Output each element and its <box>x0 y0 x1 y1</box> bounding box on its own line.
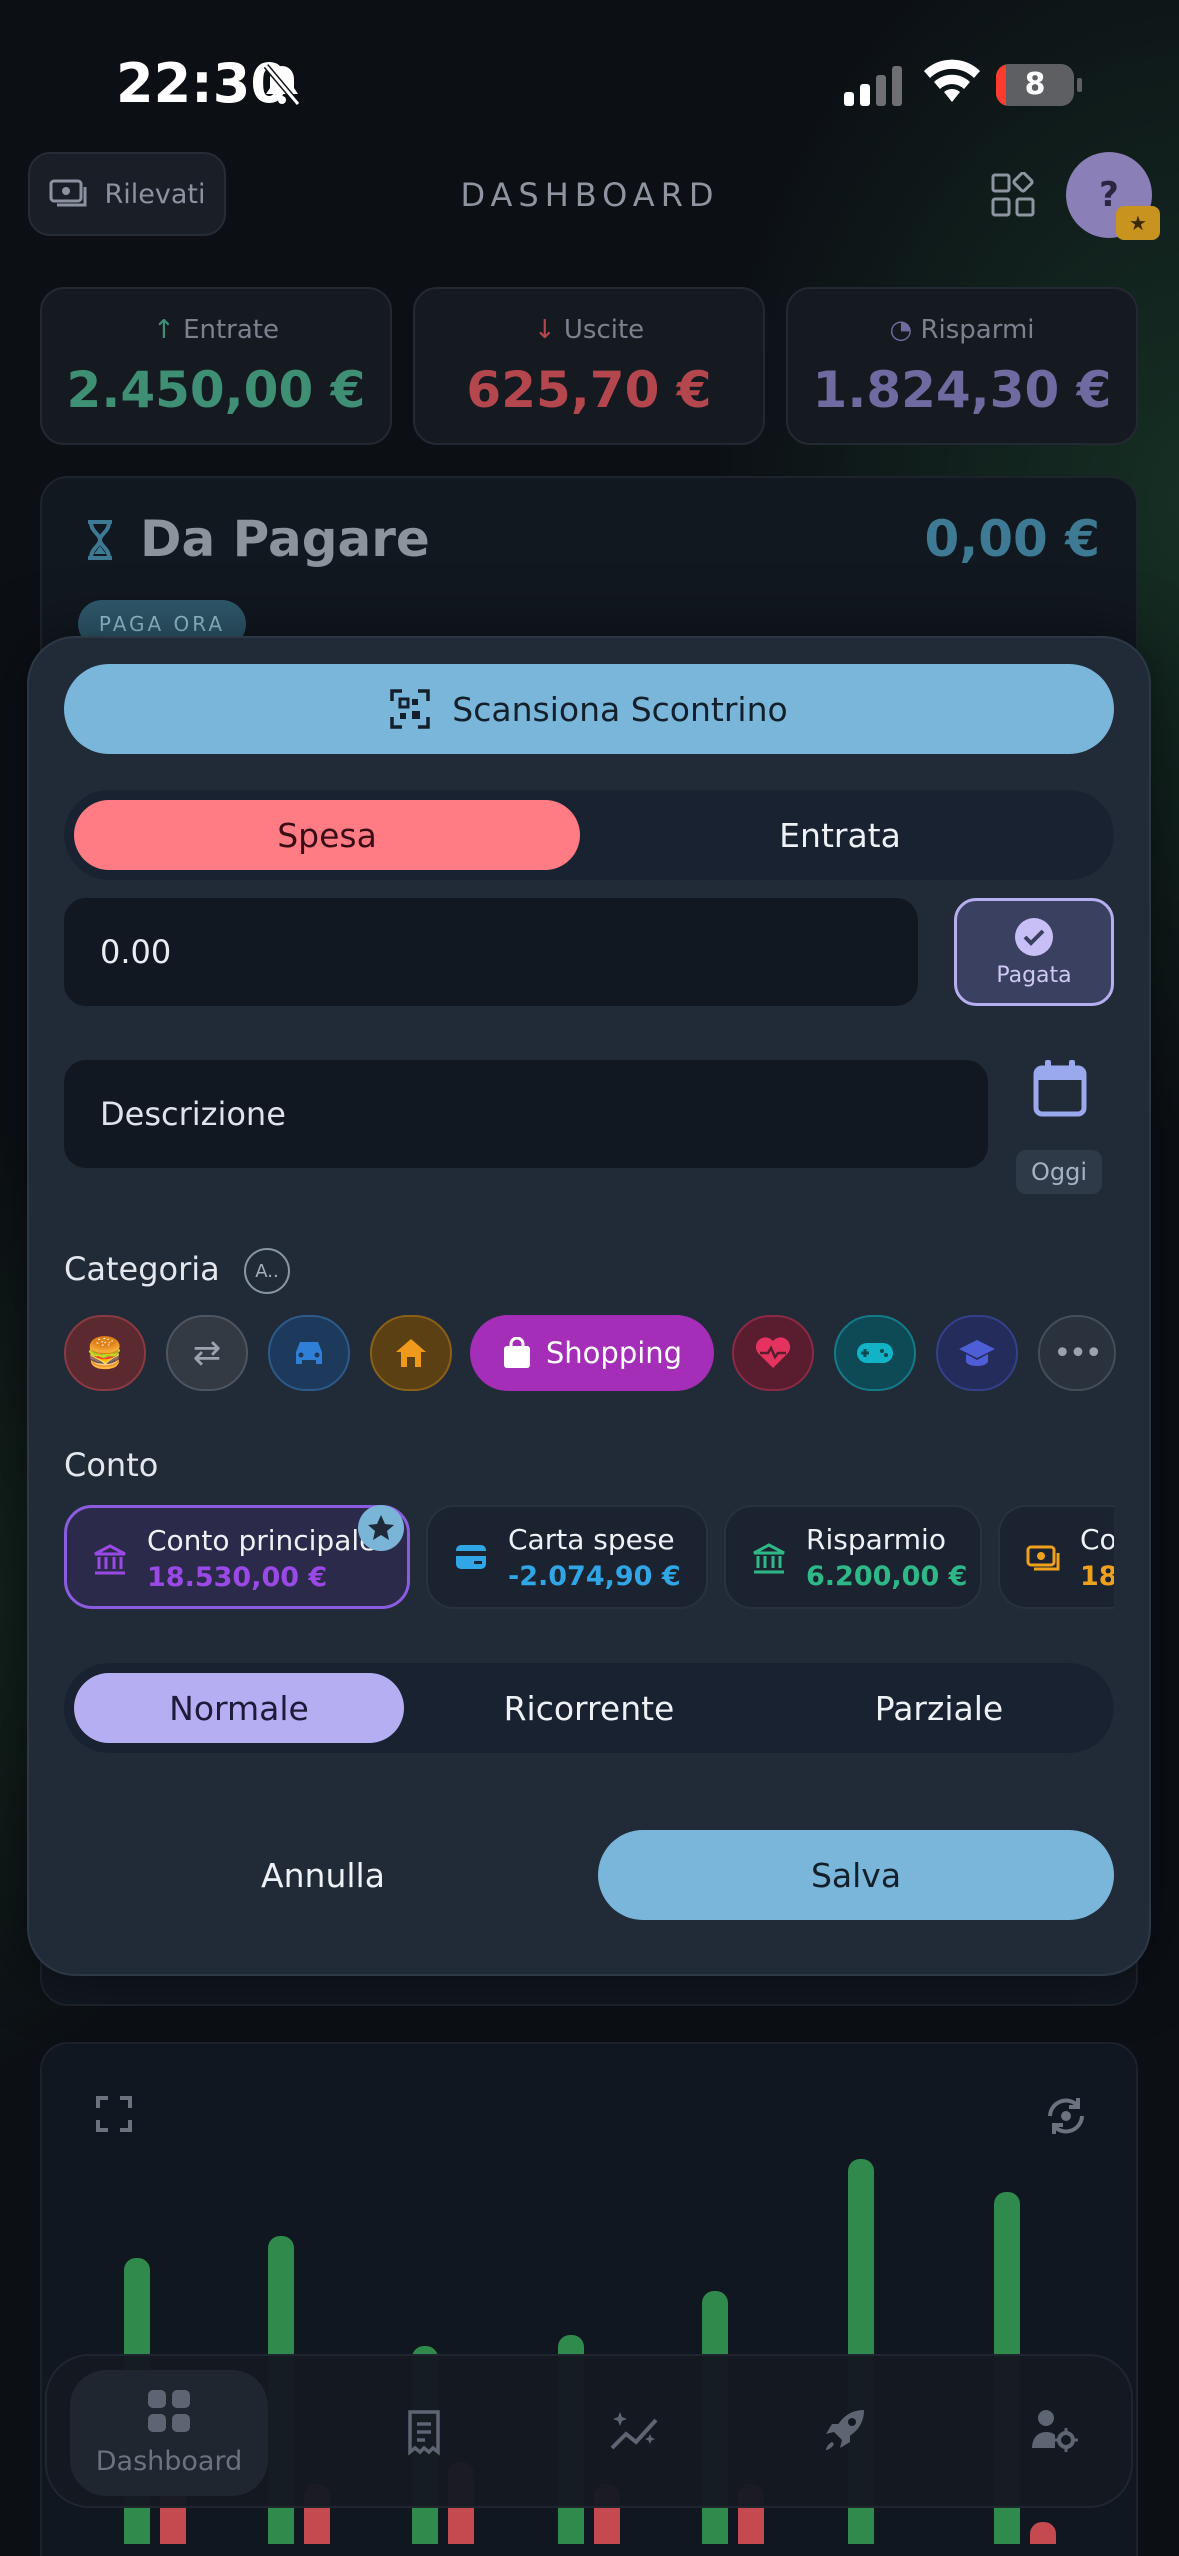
rocket-icon[interactable] <box>820 2406 868 2454</box>
description-input[interactable]: Descrizione <box>64 1060 988 1168</box>
grid-icon <box>148 2390 190 2432</box>
pagata-toggle[interactable]: Pagata <box>954 898 1114 1006</box>
hourglass-icon <box>88 520 112 560</box>
tab-entrata[interactable]: Entrata <box>580 800 1100 870</box>
card-icon <box>456 1545 486 1569</box>
battery-indicator: 8 <box>996 64 1074 106</box>
summary-value: 625,70 € <box>466 361 712 419</box>
category-label: Shopping <box>545 1336 683 1370</box>
user-gear-icon[interactable] <box>1030 2408 1078 2452</box>
app-screen: 22:30 8 Rilevati DASHBOARD ? ★ ↑ Entrate… <box>0 0 1179 2556</box>
category-food[interactable]: 🍔 <box>64 1315 146 1391</box>
nav-label-dashboard: Dashboard <box>95 2446 243 2477</box>
oggi-button[interactable]: Oggi <box>1016 1150 1102 1194</box>
amount-input[interactable]: 0.00 <box>64 898 918 1006</box>
burger-icon: 🍔 <box>86 1335 124 1371</box>
account-balance: 18.530,00 € <box>147 1562 328 1593</box>
summary-card-uscite: ↓ Uscite 625,70 € <box>413 287 765 445</box>
account-name: Risparmio <box>806 1523 946 1556</box>
category-education[interactable] <box>936 1315 1018 1391</box>
summary-value: 1.824,30 € <box>812 361 1112 419</box>
bank-icon <box>94 1544 126 1575</box>
gamepad-icon <box>857 1343 893 1363</box>
home-icon <box>396 1339 426 1367</box>
rilevati-label: Rilevati <box>104 178 206 210</box>
da-pagare-title: Da Pagare <box>140 510 430 568</box>
mode-normale[interactable]: Normale <box>74 1673 404 1743</box>
account-name: Co <box>1080 1523 1114 1556</box>
receipt-icon[interactable] <box>402 2408 446 2456</box>
conto-label: Conto <box>64 1446 159 1484</box>
sort-az-button[interactable]: A.. <box>244 1248 290 1294</box>
account-name: Carta spese <box>508 1523 675 1556</box>
category-home[interactable] <box>370 1315 452 1391</box>
car-icon <box>296 1342 322 1364</box>
wifi-icon <box>924 59 980 102</box>
category-transfer[interactable]: ⇄ <box>166 1315 248 1391</box>
arrow-up-icon: ↑ <box>153 315 184 345</box>
rotate-icon[interactable] <box>1042 2092 1090 2140</box>
category-shopping[interactable]: Shopping <box>470 1315 714 1391</box>
heart-pulse-icon <box>755 1337 791 1368</box>
cash-icon <box>49 179 86 207</box>
account-contanti[interactable]: Co 180 <box>998 1505 1114 1609</box>
category-games[interactable] <box>834 1315 916 1391</box>
star-favorite-icon <box>358 1505 404 1551</box>
summary-card-risparmi: ◔ Risparmi 1.824,30 € <box>786 287 1138 445</box>
pagata-label: Pagata <box>996 963 1072 988</box>
account-balance: -2.074,90 € <box>508 1561 681 1592</box>
expand-icon[interactable] <box>96 2096 132 2132</box>
cancel-button[interactable]: Annulla <box>64 1830 582 1920</box>
bar-uscite <box>1030 2522 1056 2544</box>
scan-label: Scansiona Scontrino <box>452 689 788 729</box>
bell-muted-icon <box>263 64 301 106</box>
summary-label: Entrate <box>183 315 279 345</box>
qr-scan-icon <box>390 689 431 729</box>
summary-label: Risparmi <box>920 315 1035 345</box>
summary-card-entrate: ↑ Entrate 2.450,00 € <box>40 287 392 445</box>
da-pagare-value: 0,00 € <box>924 510 1100 568</box>
account-risparmio[interactable]: Risparmio 6.200,00 € <box>724 1505 982 1609</box>
account-balance: 180 <box>1080 1561 1114 1592</box>
account-carta-spese[interactable]: Carta spese -2.074,90 € <box>426 1505 708 1609</box>
summary-label: Uscite <box>563 315 645 345</box>
piggy-bank-icon: ◔ <box>889 315 921 345</box>
transfer-icon: ⇄ <box>192 1333 222 1373</box>
summary-value: 2.450,00 € <box>66 361 366 419</box>
cash-icon <box>1026 1545 1060 1571</box>
page-title: DASHBOARD <box>460 176 720 214</box>
category-more[interactable]: ••• <box>1038 1315 1116 1391</box>
widgets-icon[interactable] <box>990 172 1036 218</box>
arrow-down-icon: ↓ <box>533 315 564 345</box>
mode-parziale[interactable]: Parziale <box>774 1673 1104 1743</box>
shopping-bag-icon <box>503 1337 530 1368</box>
scan-receipt-button[interactable]: Scansiona Scontrino <box>64 664 1114 754</box>
star-badge-icon: ★ <box>1116 206 1160 240</box>
mode-ricorrente[interactable]: Ricorrente <box>424 1673 754 1743</box>
battery-cap <box>1077 78 1082 92</box>
category-car[interactable] <box>268 1315 350 1391</box>
tab-spesa[interactable]: Spesa <box>74 800 580 870</box>
save-button[interactable]: Salva <box>598 1830 1114 1920</box>
account-balance: 6.200,00 € <box>806 1561 968 1592</box>
sparkle-chart-icon[interactable] <box>610 2408 662 2452</box>
graduation-cap-icon <box>959 1340 995 1366</box>
account-name: Conto principale <box>147 1524 377 1557</box>
calendar-icon[interactable] <box>1032 1060 1088 1118</box>
category-health[interactable] <box>732 1315 814 1391</box>
check-circle-icon <box>1015 918 1053 956</box>
signal-icon <box>844 66 902 106</box>
bank-icon <box>753 1543 785 1574</box>
more-icon: ••• <box>1053 1335 1102 1371</box>
rilevati-button[interactable]: Rilevati <box>28 152 226 236</box>
categoria-label: Categoria <box>64 1250 220 1288</box>
